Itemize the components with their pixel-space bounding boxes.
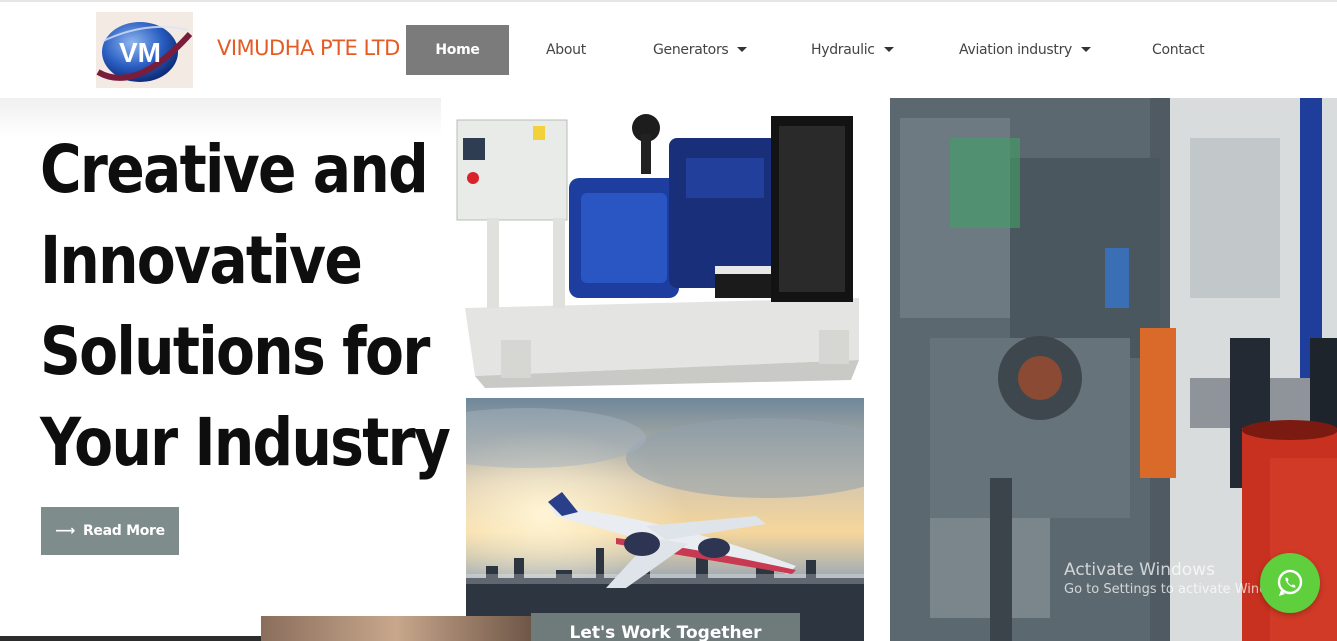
footer-bar — [0, 636, 261, 641]
nav-aviation[interactable]: Aviation industry — [959, 25, 1092, 75]
read-more-button[interactable]: ⟶ Read More — [41, 507, 179, 555]
hero-title-line-1: Creative and — [40, 131, 429, 208]
chevron-down-icon — [883, 46, 894, 52]
hero-title-line-2: Innovative — [40, 222, 363, 299]
nav-contact[interactable]: Contact — [1152, 25, 1205, 75]
nav-about[interactable]: About — [546, 25, 586, 75]
nav-hydraulic-label: Hydraulic — [811, 42, 875, 58]
nav-home-label: Home — [435, 42, 480, 58]
whatsapp-icon — [1277, 569, 1303, 596]
nav-home[interactable]: Home — [406, 25, 509, 75]
thumbnail-strip — [261, 616, 531, 641]
arrow-right-icon: ⟶ — [55, 523, 75, 539]
chevron-down-icon — [1081, 46, 1092, 52]
nav-generators[interactable]: Generators — [653, 25, 748, 75]
nav-aviation-label: Aviation industry — [959, 42, 1073, 58]
nav-about-label: About — [546, 42, 586, 58]
chevron-down-icon — [737, 46, 748, 52]
read-more-label: Read More — [82, 523, 165, 539]
hero-title: Creative and Innovative Solutions for Yo… — [40, 124, 451, 488]
whatsapp-button[interactable] — [1260, 553, 1320, 613]
work-together-heading: Let's Work Together — [531, 613, 800, 641]
airplane-image — [466, 398, 864, 641]
hero-title-line-4: Your Industry — [40, 404, 451, 481]
brand-name[interactable]: VIMUDHA PTE LTD — [217, 36, 400, 60]
nav-generators-label: Generators — [653, 42, 729, 58]
site-header: VM VIMUDHA PTE LTD Home About Generators… — [0, 2, 1337, 98]
svg-text:VM: VM — [119, 37, 161, 68]
nav-hydraulic[interactable]: Hydraulic — [811, 25, 894, 75]
company-logo[interactable]: VM — [96, 12, 193, 88]
hero-title-line-3: Solutions for — [40, 313, 430, 390]
nav-contact-label: Contact — [1152, 42, 1205, 58]
logo-globe-icon: VM — [96, 22, 193, 82]
generator-image — [441, 98, 890, 398]
